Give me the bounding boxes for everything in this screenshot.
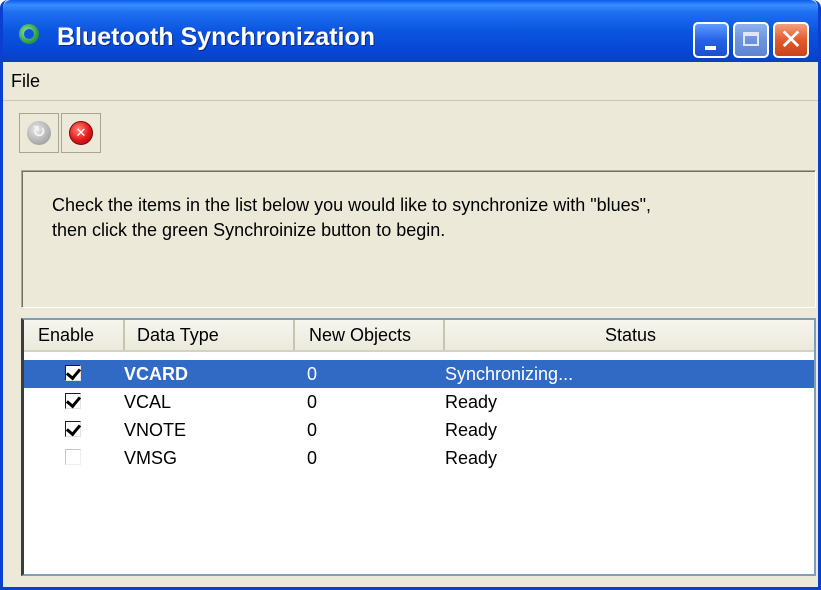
enable-checkbox[interactable] — [65, 365, 81, 381]
data-type-cell: VCARD — [124, 364, 189, 384]
enable-checkbox[interactable] — [65, 421, 81, 437]
bluetooth-sync-window: Bluetooth Synchronization ✕ File Check t… — [0, 0, 821, 590]
data-type-cell: VMSG — [124, 448, 178, 468]
close-icon: ✕ — [779, 24, 803, 55]
column-header-new-objects[interactable]: New Objects — [295, 320, 445, 350]
column-header-data-type[interactable]: Data Type — [125, 320, 295, 350]
enable-checkbox-cell — [65, 393, 81, 411]
stop-icon — [69, 121, 93, 145]
status-cell: Ready — [445, 392, 498, 412]
column-header-status[interactable]: Status — [445, 320, 814, 350]
synchronize-button[interactable] — [19, 113, 59, 153]
instruction-panel: Check the items in the list below you wo… — [21, 170, 816, 308]
enable-checkbox-cell — [65, 449, 81, 467]
status-cell: Ready — [445, 448, 498, 468]
title-bar[interactable]: Bluetooth Synchronization ✕ — [3, 0, 818, 62]
new-objects-cell: 0 — [307, 420, 318, 440]
status-cell: Ready — [445, 420, 498, 440]
list-header: Enable Data Type New Objects Status — [24, 320, 814, 352]
instruction-line-1: Check the items in the list below you wo… — [52, 195, 652, 215]
toolbar — [3, 101, 818, 163]
list-row[interactable]: VCAL 0 Ready — [24, 388, 814, 416]
enable-checkbox-cell — [65, 365, 81, 383]
instruction-text: Check the items in the list below you wo… — [52, 193, 812, 243]
list-row[interactable]: VMSG 0 Ready — [24, 444, 814, 472]
data-type-list[interactable]: Enable Data Type New Objects Status VCAR… — [21, 318, 816, 576]
new-objects-cell: 0 — [307, 448, 318, 468]
list-row[interactable]: VCARD 0 Synchronizing... — [24, 360, 814, 388]
list-body: VCARD 0 Synchronizing... VCAL 0 Ready VN… — [24, 360, 814, 472]
new-objects-cell: 0 — [307, 364, 318, 384]
stop-button[interactable] — [61, 113, 101, 153]
data-type-cell: VNOTE — [124, 420, 187, 440]
column-header-enable[interactable]: Enable — [24, 320, 125, 350]
data-type-cell: VCAL — [124, 392, 172, 412]
minimize-button[interactable] — [693, 22, 729, 58]
status-cell: Synchronizing... — [445, 364, 574, 384]
enable-checkbox[interactable] — [65, 393, 81, 409]
new-objects-cell: 0 — [307, 392, 318, 412]
menu-file[interactable]: File — [11, 71, 40, 92]
sync-app-icon — [19, 24, 39, 44]
window-title: Bluetooth Synchronization — [57, 23, 376, 51]
sync-icon — [27, 121, 51, 145]
close-button[interactable]: ✕ — [773, 22, 809, 58]
instruction-line-2: then click the green Synchroinize button… — [52, 220, 446, 240]
enable-checkbox-cell — [65, 421, 81, 439]
enable-checkbox[interactable] — [65, 449, 81, 465]
menu-bar: File — [3, 62, 818, 101]
list-row[interactable]: VNOTE 0 Ready — [24, 416, 814, 444]
maximize-button[interactable] — [733, 22, 769, 58]
